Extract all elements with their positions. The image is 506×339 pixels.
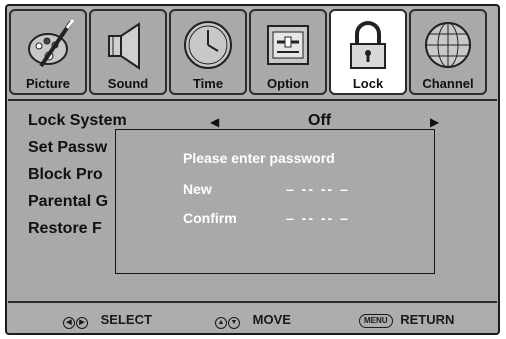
tab-label: Lock [352, 76, 384, 91]
hint-select: ◀ ▶ SELECT [63, 312, 152, 329]
lock-icon [350, 21, 386, 69]
left-key-icon: ◀ [63, 317, 75, 329]
picture-icon [28, 19, 75, 68]
tab-option[interactable]: Option [249, 9, 327, 95]
arrow-right-icon[interactable]: ▶ [430, 115, 439, 129]
down-key-icon: ▼ [228, 317, 240, 329]
dialog-title: Please enter password [183, 150, 335, 166]
menu-item-parental-guidance[interactable]: Parental G [28, 193, 108, 211]
tab-lock[interactable]: Lock [329, 9, 407, 95]
tab-picture[interactable]: Picture [9, 9, 87, 95]
tab-label: Time [192, 76, 224, 91]
sound-icon [108, 22, 140, 70]
hint-return: MENU RETURN [359, 312, 454, 328]
menu-item-lock-system[interactable]: Lock System [28, 112, 127, 130]
right-key-icon: ▶ [76, 317, 88, 329]
menu-item-restore-factory[interactable]: Restore F [28, 220, 102, 238]
menu-item-set-password[interactable]: Set Passw [28, 139, 107, 157]
password-dialog: Please enter password New – -- -- – Conf… [115, 129, 435, 274]
tab-time[interactable]: Time [169, 9, 247, 95]
tv-menu-screen: Picture Sound Time Option Lock Channel L… [0, 0, 506, 339]
globe-icon [425, 22, 471, 68]
tab-label: Sound [107, 76, 149, 91]
option-icon [267, 25, 309, 65]
new-password-field[interactable]: – -- -- – [286, 181, 350, 197]
confirm-password-label: Confirm [183, 210, 237, 226]
new-password-label: New [183, 181, 212, 197]
footer-hints: ◀ ▶ SELECT ▲ ▼ MOVE MENU RETURN [7, 308, 498, 332]
select-label: SELECT [100, 312, 152, 327]
tab-label: Picture [25, 76, 71, 91]
confirm-password-field[interactable]: – -- -- – [286, 210, 350, 226]
menu-key-icon: MENU [359, 314, 393, 328]
up-key-icon: ▲ [215, 317, 227, 329]
move-label: MOVE [252, 312, 291, 327]
tab-channel[interactable]: Channel [409, 9, 487, 95]
arrow-left-icon[interactable]: ◀ [210, 115, 219, 129]
tab-sound[interactable]: Sound [89, 9, 167, 95]
menu-item-block-program[interactable]: Block Pro [28, 166, 103, 184]
menu-frame: Picture Sound Time Option Lock Channel L… [5, 4, 500, 335]
clock-icon [184, 21, 232, 69]
tab-label: Channel [422, 76, 474, 91]
lock-settings-panel: Lock System ◀ Off ▶ Set Passw Block Pro … [8, 99, 497, 303]
tab-label: Option [267, 76, 309, 91]
hint-move: ▲ ▼ MOVE [215, 312, 291, 329]
lock-system-value: Off [308, 112, 332, 129]
return-label: RETURN [400, 312, 455, 327]
